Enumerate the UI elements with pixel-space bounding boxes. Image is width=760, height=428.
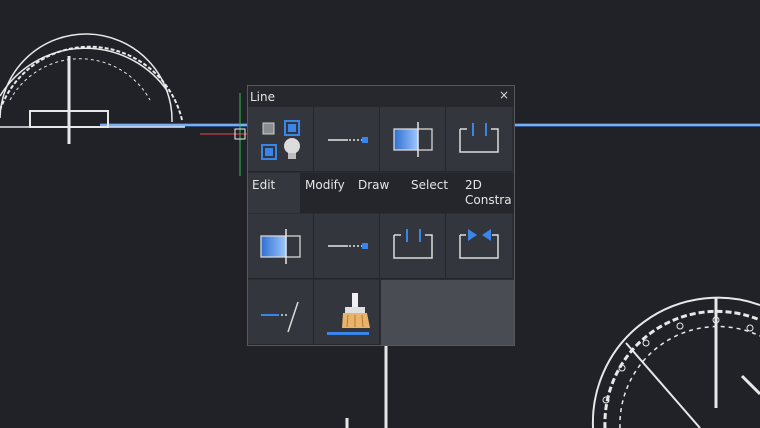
line-break-icon	[261, 301, 299, 333]
bracket-measure-icon	[459, 123, 499, 153]
arrows-in-bracket-icon	[459, 229, 499, 259]
empty-tool-slot	[381, 280, 514, 345]
right-component-drawing	[591, 296, 760, 428]
layer-visibility-icon	[261, 120, 300, 160]
tab-select[interactable]: Select	[404, 173, 456, 213]
layer-visibility-button[interactable]	[248, 107, 314, 172]
match-properties-button[interactable]	[314, 280, 380, 345]
left-component-drawing	[0, 33, 185, 144]
extend-button-2[interactable]	[314, 214, 380, 279]
line-extend-icon	[328, 137, 368, 143]
trim-button[interactable]	[380, 107, 446, 172]
panel-tabs: Edit Modify Draw Select 2D Constra	[248, 173, 514, 213]
line-extend-icon	[328, 243, 368, 249]
tab-edit[interactable]: Edit	[248, 173, 300, 213]
break-button-2[interactable]	[380, 214, 446, 279]
trim-button-2[interactable]	[248, 214, 314, 279]
line-tool-panel: Line × Edit Modify Draw Select 2D Constr…	[247, 85, 515, 346]
tab-modify[interactable]: Modify	[300, 173, 352, 213]
gradient-split-icon	[260, 229, 301, 264]
panel-titlebar[interactable]: Line ×	[248, 86, 514, 107]
panel-title: Line	[250, 90, 276, 104]
break-button[interactable]	[446, 107, 512, 172]
tab-2d-constraints[interactable]: 2D Constra	[456, 173, 514, 213]
gradient-split-icon	[393, 122, 433, 157]
bracket-measure-icon	[393, 229, 433, 259]
brush-icon	[327, 293, 370, 335]
close-button[interactable]: ×	[499, 88, 509, 102]
extend-button[interactable]	[314, 107, 380, 172]
tab-draw[interactable]: Draw	[352, 173, 404, 213]
join-button[interactable]	[446, 214, 512, 279]
break-at-point-button[interactable]	[248, 280, 314, 345]
